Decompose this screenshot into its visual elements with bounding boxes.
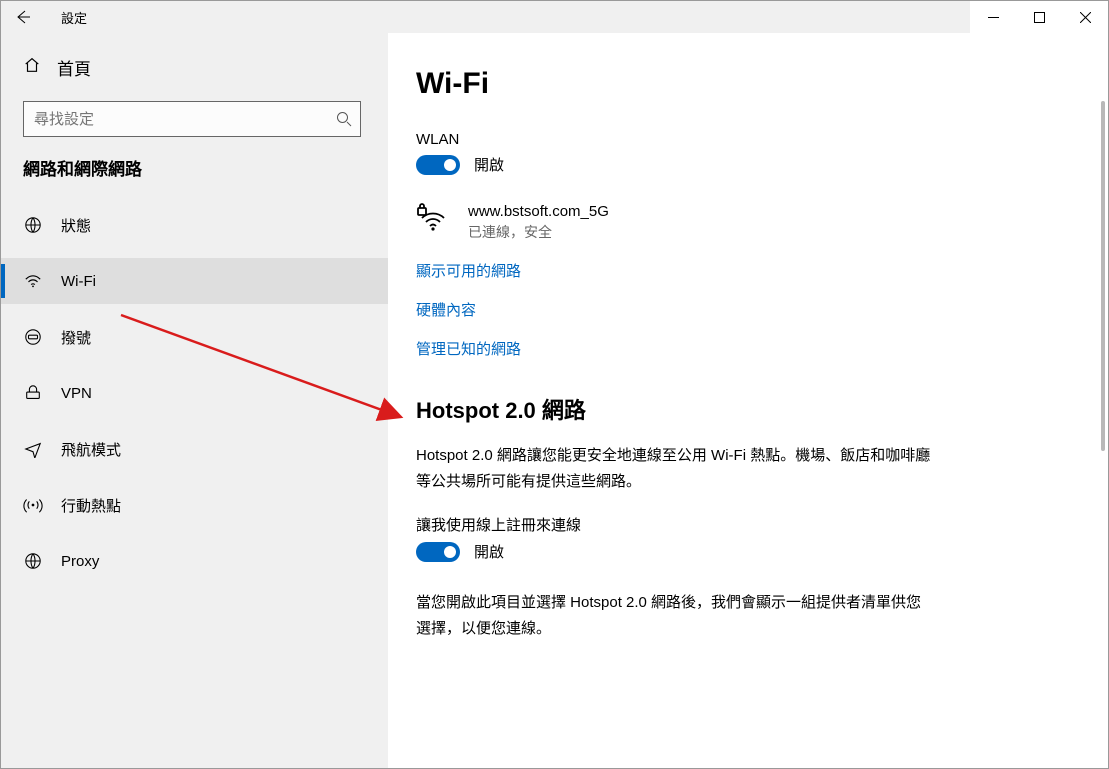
connection-status: 已連線，安全	[468, 222, 609, 242]
back-button[interactable]	[1, 1, 45, 33]
vpn-icon	[23, 384, 43, 402]
wlan-label: WLAN	[416, 131, 1068, 148]
hotspot-toggle-label: 讓我使用線上註冊來連線	[416, 514, 1068, 535]
hotspot-heading: Hotspot 2.0 網路	[416, 393, 1068, 425]
sidebar-item-label: 撥號	[61, 327, 91, 348]
close-button[interactable]	[1062, 1, 1108, 33]
search-icon	[336, 111, 352, 127]
wlan-toggle-state: 開啟	[474, 154, 504, 175]
airplane-icon	[23, 440, 43, 458]
sidebar-item-dialup[interactable]: 撥號	[1, 314, 388, 360]
close-icon	[1080, 12, 1091, 23]
sidebar-item-airplane[interactable]: 飛航模式	[1, 426, 388, 472]
arrow-left-icon	[15, 9, 31, 25]
minimize-icon	[988, 12, 999, 23]
sidebar-item-label: VPN	[61, 385, 92, 402]
home-icon	[23, 56, 41, 78]
sidebar: 首頁 網路和網際網路 狀態	[1, 33, 388, 768]
wifi-icon	[23, 272, 43, 290]
hotspot-description: Hotspot 2.0 網路讓您能更安全地連線至公用 Wi-Fi 熱點。機場、飯…	[416, 443, 936, 494]
app-title: 設定	[45, 8, 87, 27]
search-box[interactable]	[23, 101, 361, 137]
hotspot-online-signup-toggle[interactable]	[416, 542, 460, 562]
sidebar-item-proxy[interactable]: Proxy	[1, 538, 388, 584]
link-show-available-networks[interactable]: 顯示可用的網路	[416, 260, 1068, 281]
sidebar-section-header: 網路和網際網路	[1, 155, 388, 180]
wifi-secure-icon	[416, 203, 450, 237]
minimize-button[interactable]	[970, 1, 1016, 33]
connection-name: www.bstsoft.com_5G	[468, 203, 609, 220]
dialup-icon	[23, 328, 43, 346]
titlebar: 設定	[1, 1, 1108, 33]
hotspot-icon	[23, 496, 43, 514]
sidebar-item-label: Wi-Fi	[61, 273, 96, 290]
link-manage-known-networks[interactable]: 管理已知的網路	[416, 338, 1068, 359]
sidebar-item-hotspot[interactable]: 行動熱點	[1, 482, 388, 528]
current-connection[interactable]: www.bstsoft.com_5G 已連線，安全	[416, 203, 1068, 242]
maximize-icon	[1034, 12, 1045, 23]
settings-window: 設定 首頁	[0, 0, 1109, 769]
sidebar-item-label: 行動熱點	[61, 495, 121, 516]
proxy-icon	[23, 552, 43, 570]
hotspot-toggle-state: 開啟	[474, 541, 504, 562]
content-pane: Wi-Fi WLAN 開啟 www.bstsoft.com_5G	[388, 33, 1108, 768]
sidebar-item-label: Proxy	[61, 553, 99, 570]
search-input[interactable]	[34, 111, 336, 128]
page-title: Wi-Fi	[416, 67, 1068, 101]
sidebar-item-wifi[interactable]: Wi-Fi	[1, 258, 388, 304]
sidebar-item-label: 飛航模式	[61, 439, 121, 460]
sidebar-home[interactable]: 首頁	[1, 45, 388, 89]
hotspot-note: 當您開啟此項目並選擇 Hotspot 2.0 網路後，我們會顯示一組提供者清單供…	[416, 590, 936, 641]
scrollbar[interactable]	[1101, 101, 1105, 451]
sidebar-item-status[interactable]: 狀態	[1, 202, 388, 248]
sidebar-item-vpn[interactable]: VPN	[1, 370, 388, 416]
sidebar-item-label: 狀態	[61, 215, 91, 236]
wlan-toggle[interactable]	[416, 155, 460, 175]
globe-icon	[23, 216, 43, 234]
sidebar-home-label: 首頁	[57, 55, 91, 80]
link-hardware-properties[interactable]: 硬體內容	[416, 299, 1068, 320]
maximize-button[interactable]	[1016, 1, 1062, 33]
